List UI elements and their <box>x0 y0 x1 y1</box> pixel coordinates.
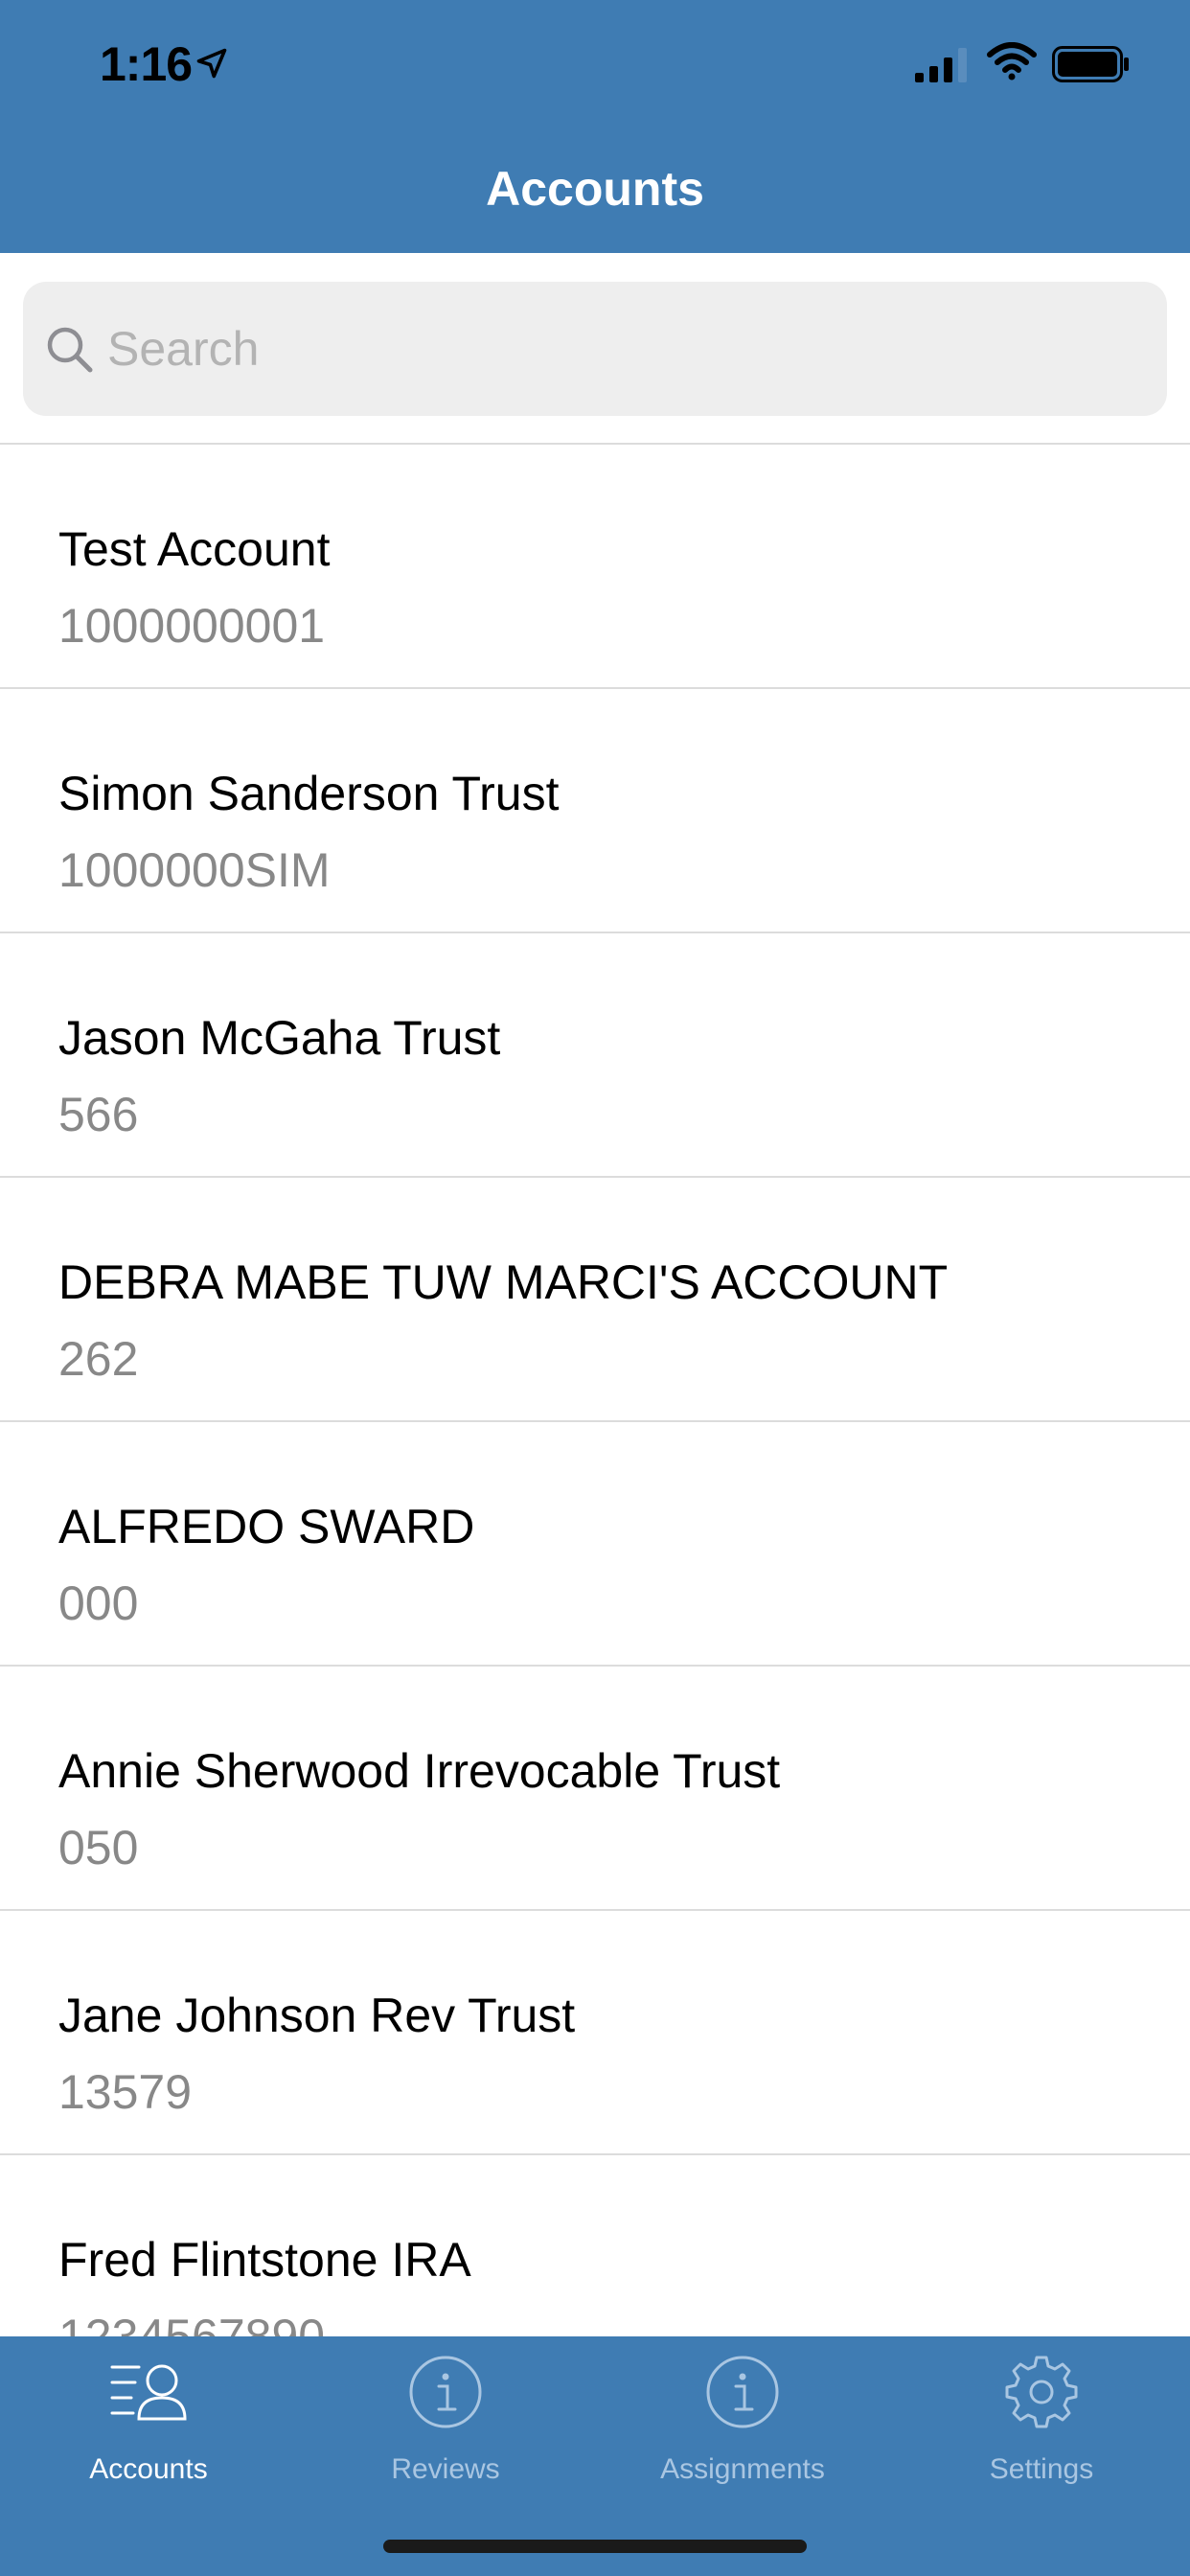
search-icon <box>47 327 93 373</box>
account-number: 566 <box>58 1088 139 1141</box>
tab-label: Settings <box>989 2453 1094 2485</box>
tab-assignments[interactable]: Assignments <box>594 2336 891 2499</box>
account-name: DEBRA MABE TUW MARCI'S ACCOUNT <box>58 1255 949 1309</box>
tab-settings[interactable]: Settings <box>893 2336 1190 2499</box>
account-number: 1000000SIM <box>58 843 331 897</box>
account-number: 1234567890 <box>58 2310 326 2336</box>
account-name: Fred Flintstone IRA <box>58 2233 471 2287</box>
tab-label: Accounts <box>89 2453 208 2485</box>
account-name: Jane Johnson Rev Trust <box>58 1989 576 2042</box>
account-name: Simon Sanderson Trust <box>58 767 560 820</box>
home-indicator <box>383 2540 807 2553</box>
status-bar: 1:16 <box>0 0 1190 134</box>
search-input[interactable] <box>107 310 1142 387</box>
account-name: Annie Sherwood Irrevocable Trust <box>58 1744 781 1798</box>
account-list-item[interactable]: Jane Johnson Rev Trust 13579 <box>0 1911 1190 2155</box>
account-list-item[interactable]: Simon Sanderson Trust 1000000SIM <box>0 689 1190 933</box>
accounts-list[interactable]: Test Account 1000000001 Simon Sanderson … <box>0 445 1190 2336</box>
account-name: Jason McGaha Trust <box>58 1011 501 1065</box>
account-number: 000 <box>58 1576 139 1630</box>
account-number: 262 <box>58 1332 139 1386</box>
battery-icon <box>1052 46 1129 82</box>
account-number: 1000000001 <box>58 599 326 653</box>
account-list-item[interactable]: DEBRA MABE TUW MARCI'S ACCOUNT 262 <box>0 1178 1190 1422</box>
tab-label: Assignments <box>660 2453 825 2485</box>
accounts-screen: 1:16 Accounts Search Test Account 100000… <box>0 0 1190 2576</box>
tab-label: Reviews <box>391 2453 500 2485</box>
cellular-signal-icon <box>915 48 967 82</box>
wifi-icon <box>987 42 1037 80</box>
account-list-item[interactable]: ALFREDO SWARD 000 <box>0 1422 1190 1667</box>
account-number: 050 <box>58 1821 139 1874</box>
account-name: ALFREDO SWARD <box>58 1500 475 1553</box>
account-name: Test Account <box>58 522 331 576</box>
tab-accounts[interactable]: Accounts <box>0 2336 297 2499</box>
gear-icon <box>1005 2356 1078 2428</box>
account-number: 13579 <box>58 2065 193 2119</box>
account-list-item[interactable]: Test Account 1000000001 <box>0 445 1190 689</box>
account-list-item[interactable]: Jason McGaha Trust 566 <box>0 933 1190 1178</box>
account-list-item[interactable]: Annie Sherwood Irrevocable Trust 050 <box>0 1667 1190 1911</box>
location-arrow-icon <box>196 48 227 79</box>
page-title: Accounts <box>486 162 704 216</box>
info-circle-icon <box>409 2356 482 2428</box>
account-list-item[interactable]: Fred Flintstone IRA 1234567890 <box>0 2155 1190 2336</box>
tab-reviews[interactable]: Reviews <box>297 2336 594 2499</box>
info-circle-icon <box>706 2356 779 2428</box>
status-time: 1:16 <box>100 37 193 91</box>
search-field[interactable] <box>23 282 1167 416</box>
search-bar <box>0 253 1190 445</box>
accounts-list-person-icon <box>110 2364 187 2421</box>
navigation-header: 1:16 Accounts <box>0 0 1190 253</box>
